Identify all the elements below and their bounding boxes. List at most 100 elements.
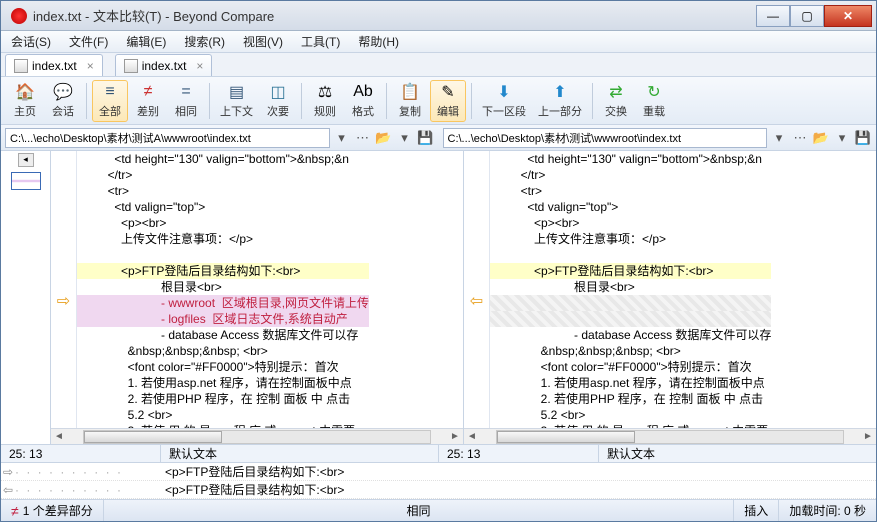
- dropdown-icon[interactable]: ▾: [333, 129, 351, 147]
- separator: [209, 83, 210, 119]
- code-line[interactable]: <td valign="top">: [77, 199, 369, 215]
- left-code-view[interactable]: <td height="130" valign="bottom">&nbsp;&…: [77, 151, 463, 428]
- code-line[interactable]: </tr>: [77, 167, 369, 183]
- diff-button[interactable]: ≠差别: [130, 80, 166, 122]
- swap-button[interactable]: ⇄交换: [598, 80, 634, 122]
- copy-button[interactable]: 📋复制: [392, 80, 428, 122]
- menu-file[interactable]: 文件(F): [65, 31, 112, 52]
- home-button[interactable]: 🏠主页: [7, 80, 43, 122]
- code-line[interactable]: 1. 若使用asp.net 程序，请在控制面板中点: [77, 375, 369, 391]
- menu-session[interactable]: 会话(S): [7, 31, 55, 52]
- code-line[interactable]: <font color="#FF0000">特别提示：首次: [490, 359, 771, 375]
- right-code-view[interactable]: <td height="130" valign="bottom">&nbsp;&…: [490, 151, 876, 428]
- same-button[interactable]: =相同: [168, 80, 204, 122]
- format-button[interactable]: Ab格式: [345, 80, 381, 122]
- minimize-button[interactable]: —: [756, 5, 790, 27]
- copy-icon: 📋: [400, 82, 420, 102]
- tab-right-file[interactable]: index.txt ×: [115, 54, 213, 76]
- minor-button[interactable]: ◫次要: [260, 80, 296, 122]
- context-button[interactable]: ▤上下文: [215, 80, 258, 122]
- left-hscroll[interactable]: ◄►: [51, 428, 463, 444]
- app-icon: [11, 8, 27, 24]
- dropdown-icon[interactable]: ▾: [396, 129, 414, 147]
- right-hscroll[interactable]: ◄►: [464, 428, 876, 444]
- right-path-input[interactable]: [443, 128, 768, 148]
- tab-label: index.txt: [142, 59, 187, 73]
- menu-search[interactable]: 搜索(R): [180, 31, 229, 52]
- code-line[interactable]: <td valign="top">: [490, 199, 771, 215]
- merge-left-icon[interactable]: ⇦: [470, 291, 483, 311]
- code-line[interactable]: - logfiles 区域日志文件,系统自动产: [77, 311, 369, 327]
- merge-right-icon[interactable]: ⇨: [57, 291, 70, 311]
- code-line[interactable]: 3. 若使 用 的 是asp 程 序 或asp.net 中需要: [490, 423, 771, 428]
- menu-tools[interactable]: 工具(T): [297, 31, 344, 52]
- code-line[interactable]: </tr>: [490, 167, 771, 183]
- separator: [471, 83, 472, 119]
- tab-close-icon[interactable]: ×: [87, 59, 94, 73]
- code-line[interactable]: 2. 若使用PHP 程序，在 控制 面板 中 点击: [77, 391, 369, 407]
- code-line[interactable]: 上传文件注意事项：</p>: [77, 231, 369, 247]
- code-line[interactable]: <td height="130" valign="bottom">&nbsp;&…: [77, 151, 369, 167]
- code-line[interactable]: 3. 若使 用 的 是asp 程 序 或asp.net 中需要: [77, 423, 369, 428]
- format-icon: Ab: [353, 83, 373, 102]
- merge-left-icon[interactable]: ⇦: [1, 483, 15, 497]
- browse-icon[interactable]: ⋯: [354, 129, 372, 147]
- code-line[interactable]: <p><br>: [77, 215, 369, 231]
- maximize-button[interactable]: ▢: [790, 5, 824, 27]
- minor-icon: ◫: [268, 82, 288, 102]
- menu-view[interactable]: 视图(V): [239, 31, 287, 52]
- merge-right-icon[interactable]: ⇨: [1, 465, 15, 479]
- dropdown-icon[interactable]: ▾: [770, 129, 788, 147]
- collapse-icon[interactable]: ◂: [18, 153, 34, 167]
- code-line[interactable]: 根目录<br>: [490, 279, 771, 295]
- code-line[interactable]: <p><br>: [490, 215, 771, 231]
- save-icon[interactable]: 💾: [854, 129, 872, 147]
- code-line[interactable]: &nbsp;&nbsp;&nbsp; <br>: [77, 343, 369, 359]
- save-icon[interactable]: 💾: [417, 129, 435, 147]
- code-line[interactable]: 上传文件注意事项：</p>: [490, 231, 771, 247]
- code-line[interactable]: <p>FTP登陆后目录结构如下:<br>: [490, 263, 771, 279]
- code-line[interactable]: [490, 311, 771, 327]
- status-loadtime: 加载时间: 0 秒: [779, 500, 876, 521]
- code-line[interactable]: 5.2 <br>: [490, 407, 771, 423]
- app-window: index.txt - 文本比较(T) - Beyond Compare — ▢…: [0, 0, 877, 522]
- folder-open-icon[interactable]: 📂: [375, 129, 393, 147]
- tab-close-icon[interactable]: ×: [196, 59, 203, 73]
- code-line[interactable]: 5.2 <br>: [77, 407, 369, 423]
- code-line[interactable]: 根目录<br>: [77, 279, 369, 295]
- code-line[interactable]: [77, 247, 369, 263]
- code-line[interactable]: [490, 247, 771, 263]
- all-button[interactable]: ≡全部: [92, 80, 128, 122]
- dropdown-icon[interactable]: ▾: [833, 129, 851, 147]
- notequal-icon: ≠: [138, 83, 158, 102]
- right-cursor-pos: 25: 13: [439, 445, 599, 462]
- session-button[interactable]: 💬会话: [45, 80, 81, 122]
- code-line[interactable]: &nbsp;&nbsp;&nbsp; <br>: [490, 343, 771, 359]
- folder-open-icon[interactable]: 📂: [812, 129, 830, 147]
- code-line[interactable]: 2. 若使用PHP 程序，在 控制 面板 中 点击: [490, 391, 771, 407]
- tab-left-file[interactable]: index.txt ×: [5, 54, 103, 76]
- code-line[interactable]: <td height="130" valign="bottom">&nbsp;&…: [490, 151, 771, 167]
- close-button[interactable]: ✕: [824, 5, 872, 27]
- browse-icon[interactable]: ⋯: [791, 129, 809, 147]
- code-line[interactable]: [490, 295, 771, 311]
- edit-button[interactable]: ✎编辑: [430, 80, 466, 122]
- code-line[interactable]: <p>FTP登陆后目录结构如下:<br>: [77, 263, 369, 279]
- code-line[interactable]: <tr>: [490, 183, 771, 199]
- prev-part-button[interactable]: ⬆上一部分: [533, 80, 587, 122]
- menu-edit[interactable]: 编辑(E): [122, 31, 170, 52]
- thumbnail-column[interactable]: ◂: [1, 151, 51, 444]
- code-line[interactable]: <font color="#FF0000">特别提示：首次: [77, 359, 369, 375]
- code-line[interactable]: - wwwroot 区域根目录,网页文件请上传: [77, 295, 369, 311]
- code-line[interactable]: 1. 若使用asp.net 程序，请在控制面板中点: [490, 375, 771, 391]
- left-path-input[interactable]: [5, 128, 330, 148]
- code-line[interactable]: - database Access 数据库文件可以存: [490, 327, 771, 343]
- titlebar[interactable]: index.txt - 文本比较(T) - Beyond Compare — ▢…: [1, 1, 876, 31]
- rules-button[interactable]: ⚖规则: [307, 80, 343, 122]
- menu-help[interactable]: 帮助(H): [354, 31, 403, 52]
- thumbnail[interactable]: [11, 172, 41, 190]
- next-section-button[interactable]: ⬇下一区段: [477, 80, 531, 122]
- reload-button[interactable]: ↻重载: [636, 80, 672, 122]
- code-line[interactable]: - database Access 数据库文件可以存: [77, 327, 369, 343]
- code-line[interactable]: <tr>: [77, 183, 369, 199]
